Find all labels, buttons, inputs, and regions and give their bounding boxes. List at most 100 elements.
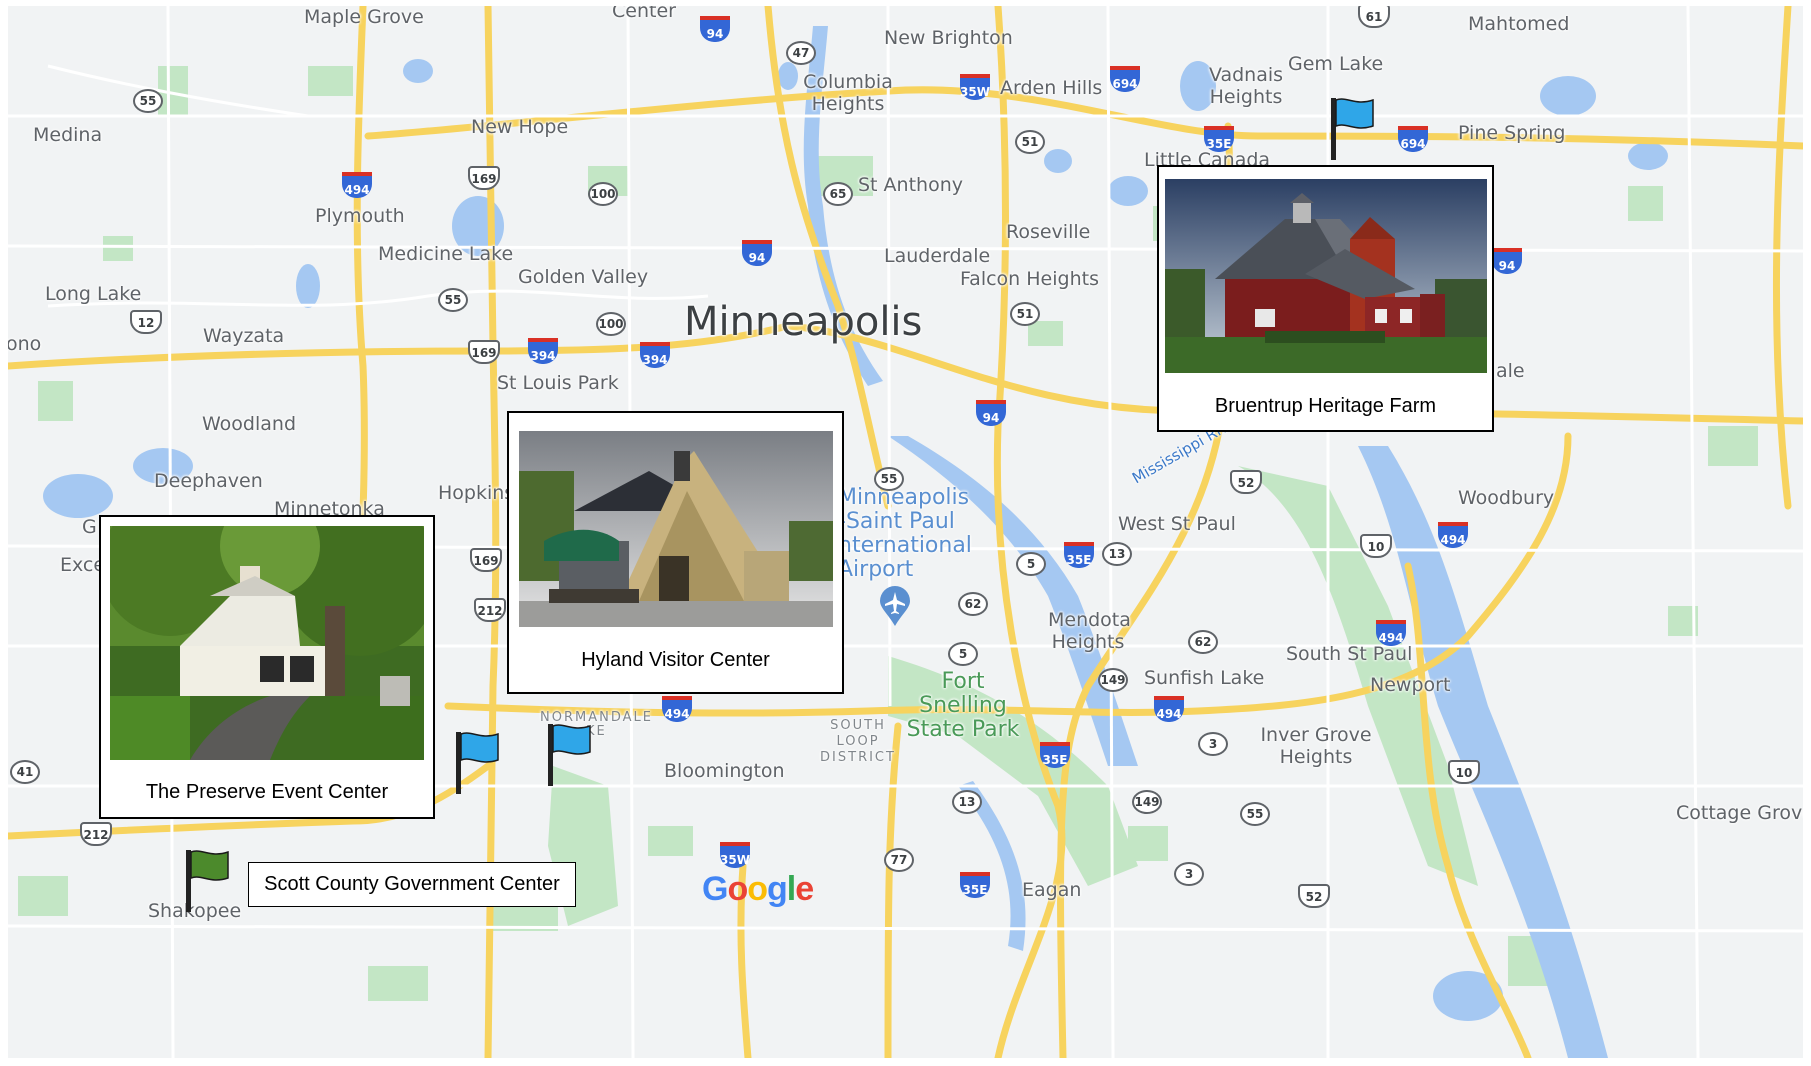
interstate-shield: 394 (640, 342, 670, 368)
us-route-shield: 169 (468, 340, 500, 364)
us-route-shield: 10 (1448, 760, 1480, 784)
venue-flag-blue-icon[interactable] (1327, 96, 1377, 162)
state-route-shield: 51 (1015, 130, 1045, 154)
state-route-shield: 77 (884, 848, 914, 872)
state-route-shield: 55 (874, 467, 904, 491)
us-route-shield: 10 (1360, 534, 1392, 558)
place-label: Bloomington (664, 760, 785, 782)
venue-label-scott-county[interactable]: Scott County Government Center (248, 862, 576, 907)
place-label: ale (1496, 360, 1525, 382)
state-route-shield: 5 (1016, 552, 1046, 576)
state-route-shield: 55 (1240, 802, 1270, 826)
place-label: Gem Lake (1288, 53, 1384, 75)
interstate-shield: 494 (1438, 522, 1468, 548)
interstate-shield: 394 (528, 338, 558, 364)
state-route-shield: 5 (948, 642, 978, 666)
us-route-shield: 212 (474, 598, 506, 622)
state-route-shield: 149 (1132, 790, 1162, 814)
district-label: SOUTH LOOP DISTRICT (820, 718, 896, 765)
state-route-shield: 65 (823, 182, 853, 206)
venue-flag-green-icon[interactable] (182, 848, 232, 914)
us-route-shield: 212 (80, 822, 112, 846)
state-route-shield: 55 (438, 288, 468, 312)
us-route-shield: 52 (1298, 884, 1330, 908)
event-center-photo (110, 526, 424, 760)
place-label: Maple Grove (304, 6, 424, 28)
place-label: St Louis Park (497, 372, 619, 394)
visitor-center-photo (519, 431, 833, 627)
venue-caption: Hyland Visitor Center (581, 649, 770, 671)
place-label: ono (8, 333, 42, 355)
interstate-shield: 694 (1398, 126, 1428, 152)
place-label: Newport (1370, 674, 1451, 696)
interstate-shield: 35E (1064, 542, 1094, 568)
place-label: Arden Hills (1000, 77, 1103, 99)
interstate-shield: 494 (662, 696, 692, 722)
interstate-shield: 35E (1204, 126, 1234, 152)
interstate-shield: 694 (1110, 66, 1140, 92)
us-route-shield: 169 (468, 166, 500, 190)
state-route-shield: 62 (1188, 630, 1218, 654)
state-route-shield: 3 (1174, 862, 1204, 886)
venue-card-preserve[interactable]: The Preserve Event Center (99, 515, 435, 819)
place-label: Mendota Heights (1048, 609, 1131, 653)
venue-caption: The Preserve Event Center (145, 781, 389, 803)
us-route-shield: 12 (130, 310, 162, 334)
interstate-shield: 94 (1492, 248, 1522, 274)
state-route-shield: 41 (10, 760, 40, 784)
state-route-shield: 3 (1198, 732, 1228, 756)
place-label: Cottage Grove (1676, 802, 1803, 824)
place-label: St Anthony (858, 174, 963, 196)
place-label: Columbia Heights (803, 71, 893, 115)
place-label: Vadnais Heights (1208, 64, 1284, 108)
place-label: West St Paul (1118, 513, 1236, 535)
us-route-shield: 169 (470, 548, 502, 572)
place-label: Pine Spring (1458, 122, 1566, 144)
place-label: Plymouth (315, 205, 405, 227)
place-label: Long Lake (45, 283, 142, 305)
state-route-shield: 51 (1010, 302, 1040, 326)
state-route-shield: 62 (958, 592, 988, 616)
interstate-shield: 35E (1040, 742, 1070, 768)
place-label: Falcon Heights (960, 268, 1099, 290)
venue-flag-blue-icon[interactable] (544, 722, 594, 788)
state-route-shield: 13 (952, 790, 982, 814)
place-label: G (82, 516, 97, 538)
interstate-shield: 494 (1376, 620, 1406, 646)
state-route-shield: 149 (1098, 668, 1128, 692)
place-label: Wayzata (203, 325, 285, 347)
map-stage: Maple Grove Center New Brighton Mahtomed… (0, 0, 1811, 1066)
state-route-shield: 100 (588, 182, 618, 206)
barn-photo (1165, 179, 1487, 373)
interstate-shield: 94 (700, 16, 730, 42)
place-label: Deephaven (154, 470, 263, 492)
place-label: New Hope (471, 116, 569, 138)
airport-label: Minneapolis -Saint Paul nternational Air… (838, 485, 972, 582)
state-route-shield: 47 (786, 41, 816, 65)
interstate-shield: 494 (1154, 696, 1184, 722)
interstate-shield: 35E (960, 872, 990, 898)
google-logo: Google (702, 870, 814, 908)
venue-caption: Bruentrup Heritage Farm (1214, 395, 1437, 417)
place-label: Hopkins (438, 482, 515, 504)
interstate-shield: 94 (742, 240, 772, 266)
park-label-fort-snelling: Fort Snelling State Park (906, 669, 1020, 742)
place-label: Medina (33, 124, 103, 146)
place-label: Sunfish Lake (1144, 667, 1265, 689)
us-route-shield: 52 (1230, 470, 1262, 494)
interstate-shield: 494 (342, 172, 372, 198)
state-route-shield: 13 (1102, 542, 1132, 566)
place-label: Golden Valley (518, 266, 649, 288)
place-label: Center (612, 6, 676, 22)
venue-card-bruentrup[interactable]: Bruentrup Heritage Farm (1157, 165, 1494, 432)
place-label: Woodbury (1458, 487, 1555, 509)
interstate-shield: 94 (976, 400, 1006, 426)
place-label: Roseville (1006, 221, 1091, 243)
place-label: Mahtomed (1468, 13, 1570, 35)
place-label: New Brighton (884, 27, 1013, 49)
venue-card-hyland[interactable]: Hyland Visitor Center (507, 411, 844, 694)
venue-flag-blue-icon[interactable] (452, 730, 502, 796)
place-label: Lauderdale (884, 245, 991, 267)
state-route-shield: 100 (596, 312, 626, 336)
interstate-shield: 35W (960, 74, 990, 100)
